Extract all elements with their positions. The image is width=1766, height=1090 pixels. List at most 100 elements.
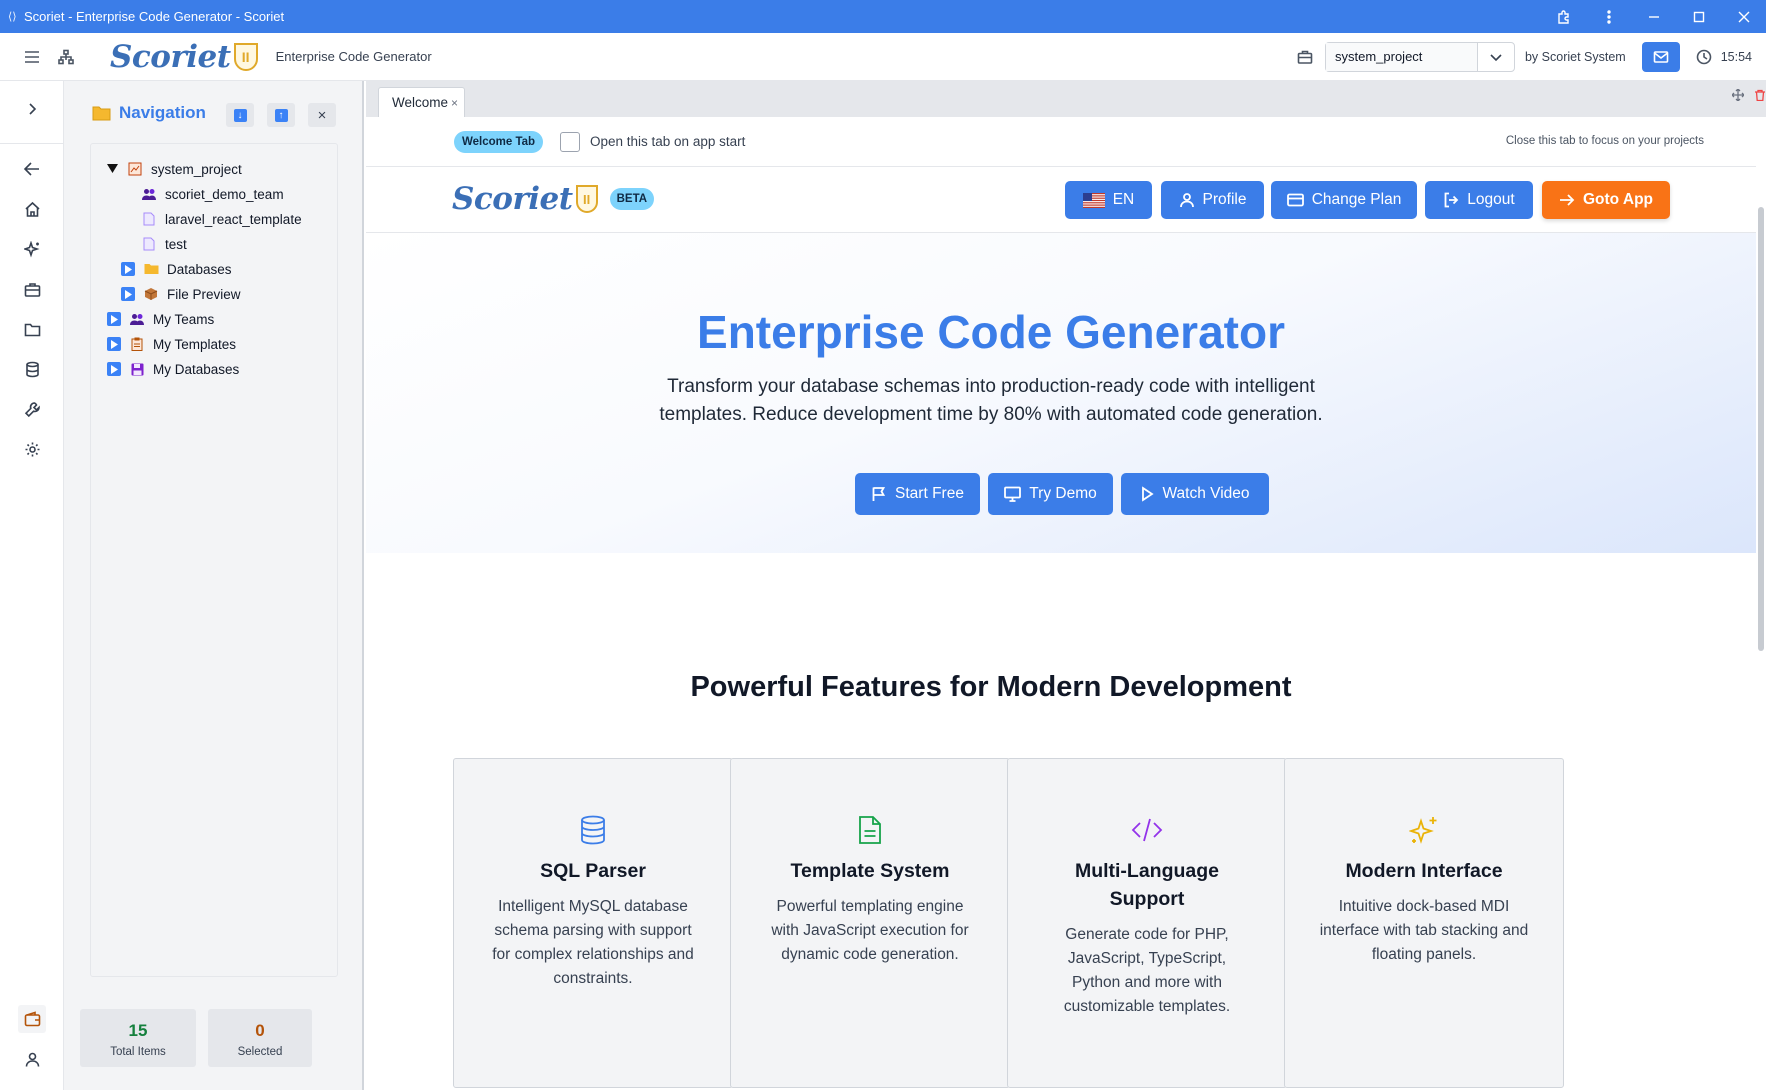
mail-button[interactable] [1641,41,1680,72]
caret-right-icon[interactable] [107,312,121,326]
change-plan-label: Change Plan [1311,191,1402,208]
tree-item-label: test [165,236,187,252]
tree-item-label: system_project [151,161,242,177]
more-vertical-icon[interactable] [1586,0,1631,33]
arrow-down-icon: ↓ [233,108,247,122]
goto-app-button[interactable]: Goto App [1542,181,1670,219]
welcome-bar: Welcome Tab Open this tab on app start C… [366,117,1756,167]
close-panel-button[interactable]: × [308,103,336,127]
logout-button[interactable]: Logout [1425,181,1533,219]
expand-all-button[interactable]: ↓ [226,103,254,127]
feature-description: Generate code for PHP, JavaScript, TypeS… [1063,926,1231,1015]
extensions-icon[interactable] [1541,0,1586,33]
tree-item-my-teams[interactable]: My Teams [107,306,214,332]
feature-card-sql-parser: SQL Parser Intelligent MySQL database sc… [453,758,733,1088]
clock-time: 15:54 [1720,49,1752,64]
logo-text: Scoriet [110,38,231,75]
logout-label: Logout [1467,191,1515,208]
flag-icon [872,487,886,501]
caret-right-icon[interactable] [107,362,121,376]
menu-icon[interactable] [16,41,48,73]
tree-item-system-project[interactable]: system_project [105,156,242,182]
window-title-bar: ⟨⟩ Scoriet - Enterprise Code Generator -… [0,0,1766,33]
template-file-icon [141,212,157,226]
arrow-up-icon: ↑ [274,108,288,122]
folder-icon[interactable] [18,315,46,343]
minimize-button[interactable] [1631,0,1676,33]
wrench-icon[interactable] [18,395,46,423]
start-free-button[interactable]: Start Free [855,473,980,515]
workspace: Welcome × Welcome Tab Open this tab on a… [366,81,1766,1090]
caret-right-icon[interactable] [121,287,135,301]
feature-title: Template System [790,860,950,882]
user-icon [1179,193,1194,208]
navigation-title: Navigation [119,103,206,122]
tree-item-file-preview[interactable]: File Preview [121,281,241,307]
chevron-down-icon[interactable] [1478,50,1514,64]
navigation-panel: Navigation ↓ ↑ × system_project scoriet_… [64,81,364,1090]
expand-panel-icon[interactable] [18,95,46,123]
try-demo-label: Try Demo [1029,485,1097,502]
tree-item-label: Databases [167,261,232,277]
feature-description: Powerful templating engine with JavaScri… [771,898,969,963]
app-header: Scoriet II Enterprise Code Generator sys… [0,33,1766,81]
close-window-button[interactable] [1721,0,1766,33]
close-tab-icon[interactable]: × [451,96,458,110]
welcome-header: Scoriet II BETA EN Profile Change Plan L… [366,167,1756,233]
welcome-logo: Scoriet II BETA [452,181,655,217]
briefcase-icon[interactable] [18,275,46,303]
open-on-start-label[interactable]: Open this tab on app start [590,134,745,149]
mail-icon [1653,50,1669,63]
hero-title: Enterprise Code Generator [697,306,1285,358]
collapse-all-button[interactable]: ↑ [267,103,295,127]
home-icon[interactable] [18,195,46,223]
tree-item-laravel-react-template[interactable]: laravel_react_template [141,206,302,232]
icon-rail [0,81,64,1090]
language-button[interactable]: EN [1065,181,1152,219]
change-plan-button[interactable]: Change Plan [1271,181,1417,219]
template-file-icon [141,237,157,251]
trash-icon[interactable] [1754,89,1766,101]
tree-item-scoriet-demo-team[interactable]: scoriet_demo_team [141,181,284,207]
feature-card-multi-language: Multi-Language Support Generate code for… [1007,758,1287,1088]
database-icon[interactable] [18,355,46,383]
app-logo[interactable]: Scoriet II [110,39,258,75]
total-items-label: Total Items [110,1046,166,1058]
hero-subtitle: Transform your database schemas into pro… [659,376,1323,425]
caret-right-icon[interactable] [107,337,121,351]
user-icon[interactable] [18,1045,46,1073]
project-select[interactable]: system_project [1324,41,1515,72]
caret-down-icon[interactable] [105,162,119,176]
caret-right-icon[interactable] [121,262,135,276]
hero-section: Enterprise Code Generator Transform your… [366,233,1756,553]
profile-button[interactable]: Profile [1161,181,1264,219]
profile-label: Profile [1202,191,1247,208]
owner-label: by Scoriet System [1524,49,1626,64]
move-icon[interactable] [1732,89,1744,101]
watch-video-button[interactable]: Watch Video [1121,473,1269,515]
team-icon [129,312,145,326]
sitemap-icon[interactable] [52,41,80,73]
tree-item-databases[interactable]: Databases [121,256,232,282]
tab-welcome[interactable]: Welcome × [378,87,466,117]
maximize-button[interactable] [1676,0,1721,33]
try-demo-button[interactable]: Try Demo [988,473,1113,515]
back-arrow-icon[interactable] [18,155,46,183]
tree-item-my-databases[interactable]: My Databases [107,356,239,382]
wallet-icon[interactable] [18,1005,46,1033]
tree-item-test[interactable]: test [141,231,187,257]
sparkles-icon[interactable] [18,235,46,263]
file-text-icon [853,813,887,847]
watch-video-label: Watch Video [1162,485,1250,502]
vertical-scrollbar[interactable] [1758,207,1764,651]
navigation-header: Navigation [92,103,206,123]
tree-item-label: scoriet_demo_team [165,186,284,202]
project-select-value: system_project [1325,42,1478,71]
tree-item-my-templates[interactable]: My Templates [107,331,236,357]
settings-gear-icon[interactable] [18,435,46,463]
language-label: EN [1112,191,1135,208]
header-subtitle: Enterprise Code Generator [275,49,432,64]
logo-shield-icon: II [233,42,258,71]
navigation-tree: system_project scoriet_demo_team laravel… [90,143,338,977]
open-on-start-checkbox[interactable] [560,132,580,152]
